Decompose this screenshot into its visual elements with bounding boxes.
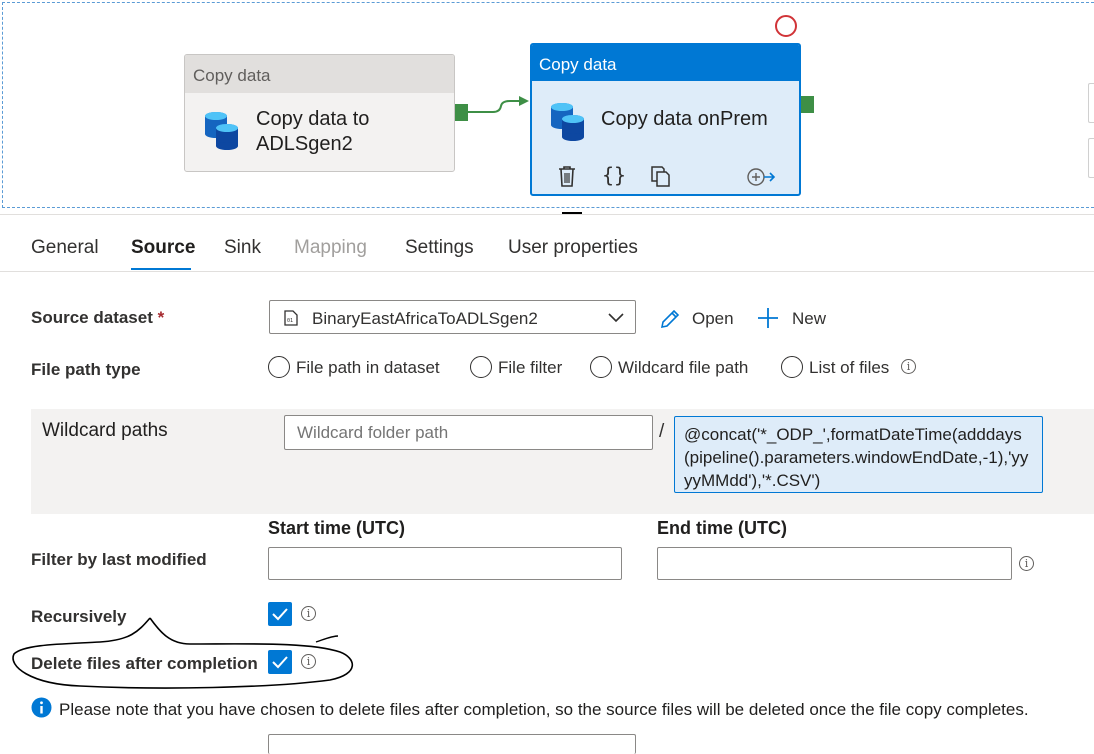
code-icon[interactable]: {} [602, 163, 626, 187]
radio-list-of-files[interactable] [781, 356, 803, 378]
activity-type-label: Copy data [532, 45, 799, 81]
required-marker: * [157, 308, 165, 327]
side-panel-tab[interactable] [1088, 83, 1094, 123]
info-icon[interactable]: i [901, 359, 916, 374]
copy-data-icon [551, 103, 584, 141]
radio-file-filter[interactable] [470, 356, 492, 378]
start-time-input[interactable] [268, 547, 622, 580]
activity-copy-data-onprem[interactable]: Copy data Copy data onPrem {} [530, 43, 801, 196]
tab-source[interactable]: Source [131, 237, 195, 259]
svg-text:01: 01 [287, 318, 293, 324]
tab-mapping[interactable]: Mapping [294, 237, 367, 259]
radio-label: File filter [498, 358, 563, 377]
path-separator: / [659, 421, 665, 442]
side-panel-tab[interactable] [1088, 138, 1094, 178]
activity-copy-data-to-adlsgen2[interactable]: Copy data Copy data to ADLSgen2 [184, 54, 455, 172]
plus-icon [758, 308, 778, 328]
radio-label: List of files [809, 358, 890, 377]
source-dataset-label: Source dataset * [31, 308, 165, 327]
end-time-label: End time (UTC) [657, 518, 787, 538]
clone-icon[interactable] [650, 165, 672, 187]
properties-tab-bar: General Source Sink Mapping Settings Use… [0, 214, 1094, 272]
file-path-type-label: File path type [31, 360, 141, 379]
binary-dataset-icon: 01 [284, 310, 298, 326]
activity-name: Copy data onPrem [601, 108, 768, 130]
success-output-port[interactable] [801, 96, 814, 113]
radio-file-path-in-dataset[interactable] [268, 356, 290, 378]
wildcard-folder-path-input[interactable] [284, 415, 653, 450]
source-dataset-select[interactable]: 01 BinaryEastAfricaToADLSgen2 [269, 300, 636, 334]
start-time-label: Start time (UTC) [268, 518, 406, 538]
filter-by-last-modified-label: Filter by last modified [31, 550, 207, 569]
activity-name: Copy data to ADLSgen2 [256, 108, 370, 155]
new-label: New [792, 309, 827, 328]
copy-data-icon [205, 112, 238, 150]
info-icon[interactable]: i [1019, 556, 1034, 571]
next-field-input[interactable] [268, 734, 636, 754]
delete-icon[interactable] [557, 165, 577, 187]
tab-user-properties[interactable]: User properties [508, 237, 638, 259]
activity-type-label: Copy data [185, 55, 454, 93]
info-filled-icon [31, 697, 52, 718]
chevron-down-icon [608, 313, 624, 323]
wildcard-file-name-input[interactable]: @concat('*_ODP_',formatDateTime(adddays(… [674, 416, 1043, 493]
radio-label: Wildcard file path [618, 358, 749, 377]
handdrawn-annotation-ellipse [12, 617, 354, 689]
delete-files-notice: Please note that you have chosen to dele… [59, 700, 1029, 719]
connector-arrow [467, 96, 529, 113]
new-dataset-button[interactable]: New [757, 306, 837, 332]
add-output-icon[interactable] [746, 166, 776, 188]
pencil-icon [660, 309, 680, 329]
end-time-input[interactable] [657, 547, 1012, 580]
open-label: Open [692, 309, 734, 328]
tab-general[interactable]: General [31, 237, 99, 259]
radio-label: File path in dataset [296, 358, 440, 377]
tab-settings[interactable]: Settings [405, 237, 474, 259]
source-dataset-value: BinaryEastAfricaToADLSgen2 [312, 309, 538, 328]
wildcard-paths-label: Wildcard paths [42, 420, 168, 441]
active-tab-indicator [131, 268, 191, 270]
tab-sink[interactable]: Sink [224, 237, 261, 259]
pipeline-canvas[interactable]: Copy data Copy data to ADLSgen2 Copy dat… [0, 0, 1094, 213]
radio-wildcard-file-path[interactable] [590, 356, 612, 378]
error-indicator-icon [775, 15, 797, 37]
